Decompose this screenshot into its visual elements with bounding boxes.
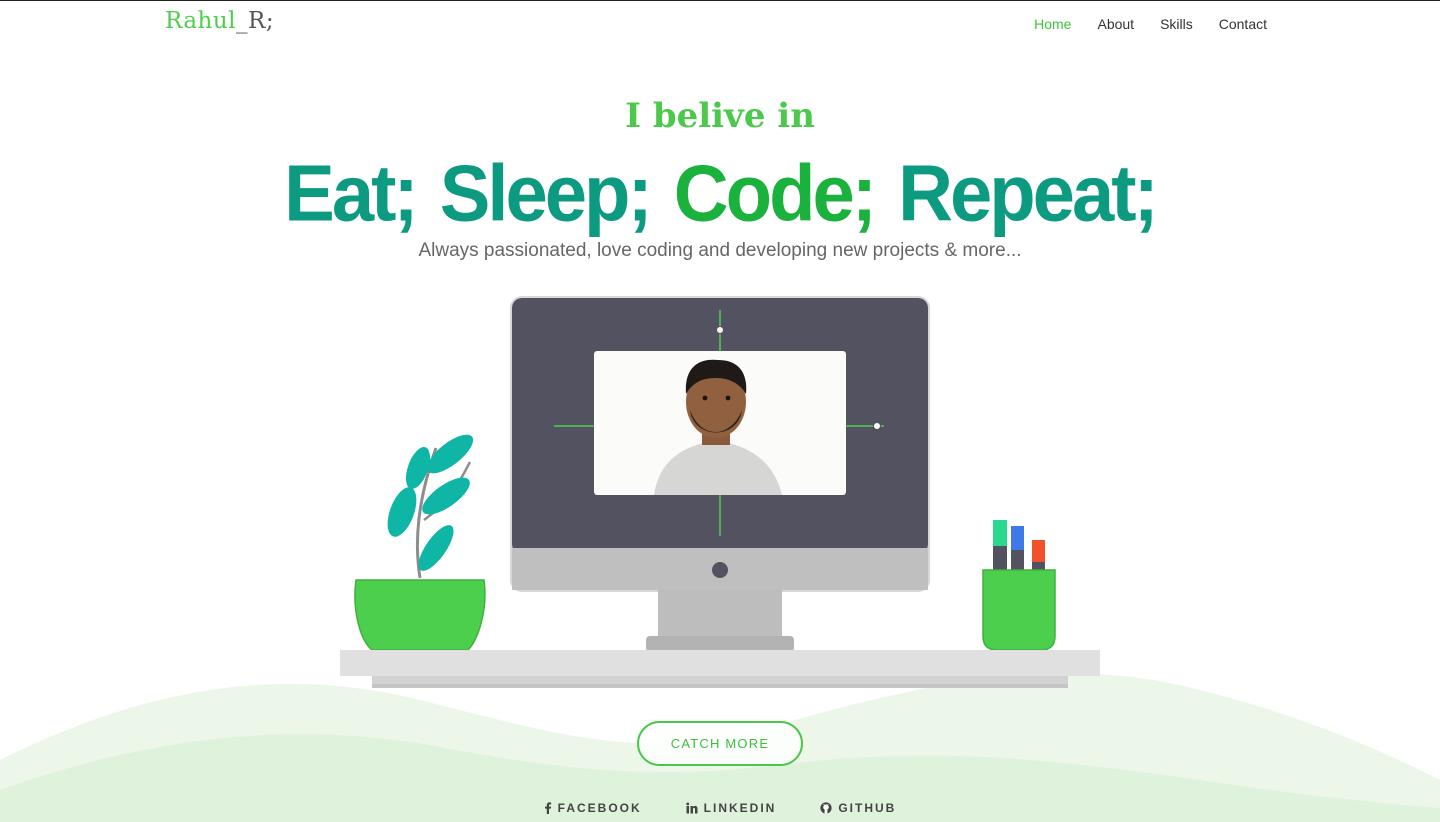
profile-photo — [594, 351, 846, 495]
brand-suffix: _R; — [236, 8, 275, 34]
hero-word-repeat: Repeat; — [898, 148, 1159, 239]
nav-item-skills[interactable]: Skills — [1160, 16, 1193, 32]
nav-item-about[interactable]: About — [1097, 16, 1134, 32]
facebook-label: FACEBOOK — [557, 801, 642, 815]
hero-word-code: Code; — [673, 148, 877, 239]
brand-name: Rahul — [165, 8, 237, 34]
linkedin-icon — [686, 802, 698, 814]
pen-holder — [982, 520, 1056, 651]
social-links: FACEBOOK LINKEDIN GITHUB — [0, 801, 1440, 815]
hero-word-sleep: Sleep; — [439, 148, 653, 239]
linkedin-link[interactable]: LINKEDIN — [686, 801, 777, 815]
nav-item-contact[interactable]: Contact — [1219, 16, 1267, 32]
facebook-icon — [544, 802, 551, 814]
facebook-link[interactable]: FACEBOOK — [544, 801, 642, 815]
linkedin-label: LINKEDIN — [703, 801, 777, 815]
plant — [354, 434, 486, 651]
hero-pretitle: I belive in — [625, 96, 815, 136]
nav-item-home[interactable]: Home — [1034, 16, 1071, 32]
hero-subtitle: Always passionated, love coding and deve… — [418, 240, 1022, 261]
github-link[interactable]: GITHUB — [820, 801, 896, 815]
hero-title: Eat; Sleep; Code; Repeat; — [0, 148, 1440, 239]
brand-logo[interactable]: Rahul_R; — [165, 8, 274, 34]
github-label: GITHUB — [838, 801, 897, 815]
desk — [340, 650, 1100, 688]
navbar: Rahul_R; Home About Skills Contact — [0, 0, 1440, 50]
catch-more-button[interactable]: CATCH MORE — [637, 721, 803, 766]
github-icon — [820, 802, 832, 814]
hero-word-eat: Eat; — [284, 148, 419, 239]
nav-links: Home About Skills Contact — [1034, 16, 1267, 32]
